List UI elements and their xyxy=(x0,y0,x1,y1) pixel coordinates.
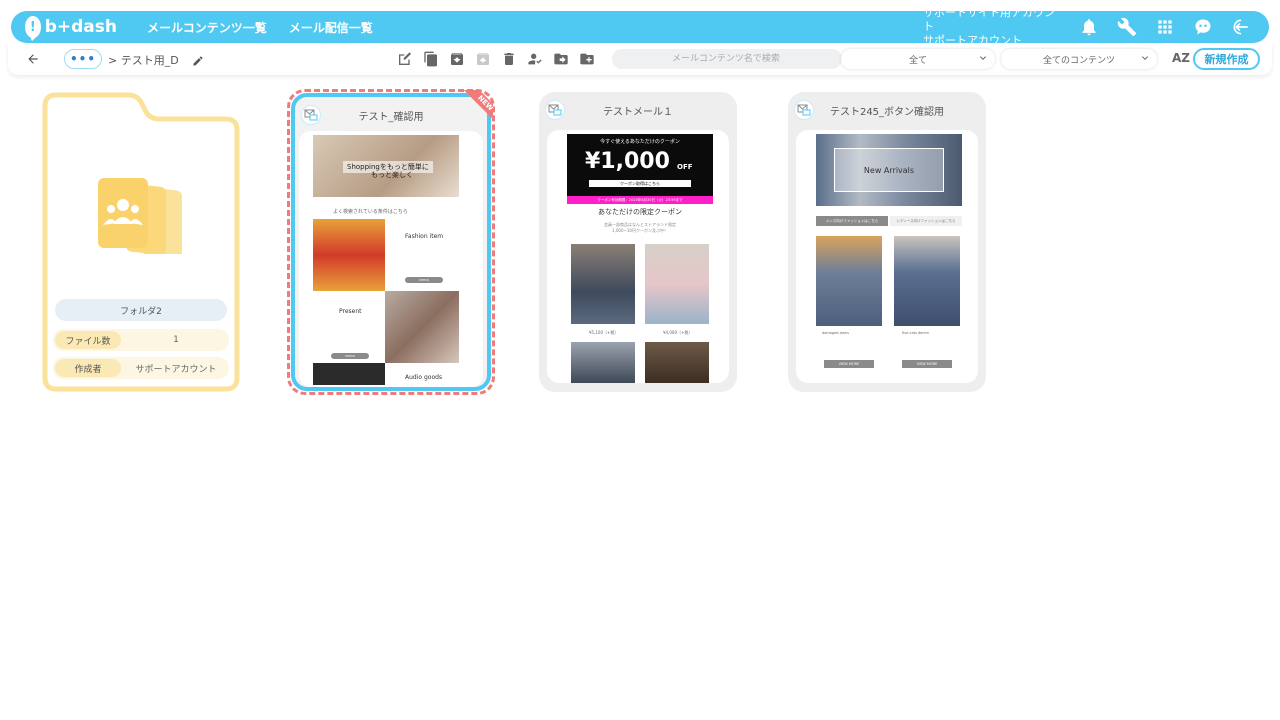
status-filter-select[interactable]: 全て xyxy=(841,49,995,69)
wrench-icon[interactable] xyxy=(1115,15,1139,39)
content-type-filter-select[interactable]: 全てのコンテンツ xyxy=(1001,49,1157,69)
coupon-amount-suffix: OFF xyxy=(677,163,693,171)
move-to-folder-icon[interactable] xyxy=(553,51,569,67)
product-price-2: ¥4,000（+税） xyxy=(663,330,693,335)
search-input[interactable] xyxy=(612,49,842,69)
check-button: CHECK xyxy=(331,353,369,359)
item-fashion: Fashion item xyxy=(405,233,444,240)
new-badge-text: NEW xyxy=(462,90,493,122)
nav-mail-deliveries[interactable]: メール配信一覧 xyxy=(289,19,373,36)
logo-bubble-icon: ! xyxy=(25,16,41,38)
edit-folder-name-icon[interactable] xyxy=(192,52,206,66)
folder-creator-row: 作成者 サポートアカウント xyxy=(53,357,229,379)
item-present: Present xyxy=(339,308,362,315)
product-price-1: ¥5,100（+税） xyxy=(589,330,619,335)
logo-text: b+dash xyxy=(44,17,117,37)
product-image-2 xyxy=(894,236,960,326)
coupon-desc-2: 1,000~10円クーポン及ぶ中！ xyxy=(612,228,668,233)
new-content-icon[interactable] xyxy=(397,51,413,67)
creator-value: サポートアカウント xyxy=(135,364,217,375)
present-image xyxy=(385,291,459,363)
hero-text-2: もっと楽しく xyxy=(371,171,413,179)
product-image-4 xyxy=(645,342,709,383)
content-type-filter-value: 全てのコンテンツ xyxy=(1042,55,1115,66)
new-folder-icon[interactable] xyxy=(579,51,595,67)
tab-ladies: レディース向けファッションはこちら xyxy=(890,216,962,226)
folder-card[interactable]: フォルダ2 ファイル数 1 作成者 サポートアカウント xyxy=(42,92,240,392)
chevron-down-icon xyxy=(1139,52,1151,64)
coupon-amount: ¥1,000 xyxy=(585,149,670,174)
folder-name: フォルダ2 xyxy=(55,299,227,321)
audio-image xyxy=(313,363,385,385)
account-site: サポートサイト用アカウント xyxy=(923,6,1055,33)
email-preview: New Arrivals メンズ向けファッションはこちら レディース向けファッシ… xyxy=(796,130,978,383)
delete-icon[interactable] xyxy=(501,51,517,67)
toolbar: ••• > テスト用_D 全て 全てのコンテンツ AZ 新規作成 xyxy=(8,43,1272,75)
shared-folder-icon xyxy=(98,178,182,254)
coupon-headline: 今すぐ使えるあなただけのクーポン xyxy=(600,139,680,145)
product-image-2 xyxy=(645,244,709,324)
view-more-button: VIEW MORE xyxy=(824,360,874,368)
folder-file-count-row: ファイル数 1 xyxy=(53,329,229,351)
fashion-image xyxy=(313,219,385,291)
ai-assistant-icon[interactable] xyxy=(1191,15,1215,39)
product-image-3 xyxy=(571,342,635,383)
top-nav-bar: ! b+dash メールコンテンツ一覧 メール配信一覧 サポートサイト用アカウン… xyxy=(11,6,1269,47)
logout-icon[interactable] xyxy=(1229,15,1253,39)
status-filter-value: 全て xyxy=(908,55,927,66)
product-image-1 xyxy=(816,236,882,326)
section-heading: よく検索されている条件はこちら xyxy=(333,209,408,215)
chevron-down-icon xyxy=(977,52,989,64)
check-button: CHECK xyxy=(405,277,443,283)
email-preview: 今すぐ使えるあなただけのクーポン ¥1,000 OFF クーポン取得はこちら ク… xyxy=(547,130,729,383)
new-badge: NEW xyxy=(461,90,493,122)
unarchive-icon[interactable] xyxy=(475,51,491,67)
coupon-deadline: クーポン有効期限：2020年6月30日（火）23:59まで xyxy=(567,196,713,204)
hero-text: New Arrivals xyxy=(834,148,944,192)
file-count-value: 1 xyxy=(173,335,179,345)
breadcrumb-current: > テスト用_D xyxy=(108,54,179,67)
coupon-link: クーポン取得はこちら xyxy=(589,180,691,187)
product-image-1 xyxy=(571,244,635,324)
apps-grid-icon[interactable] xyxy=(1153,15,1177,39)
bell-icon[interactable] xyxy=(1077,15,1101,39)
sort-az-button[interactable]: AZ xyxy=(1172,51,1190,65)
item-audio: Audio goods xyxy=(405,374,443,381)
content-card-2[interactable]: テストメール１ 今すぐ使えるあなただけのクーポン ¥1,000 OFF クーポン… xyxy=(539,92,737,392)
file-count-label: ファイル数 xyxy=(55,331,121,349)
card-title: テストメール１ xyxy=(603,107,673,118)
view-more-button: VIEW MORE xyxy=(902,360,952,368)
coupon-subtitle: あなただけの限定クーポン xyxy=(598,208,682,216)
copy-icon[interactable] xyxy=(423,51,439,67)
tab-mens: メンズ向けファッションはこちら xyxy=(816,216,888,226)
card-title: テスト245_ボタン確認用 xyxy=(829,107,945,118)
nav-mail-contents[interactable]: メールコンテンツ一覧 xyxy=(147,19,267,36)
content-card-1[interactable]: テスト_確認用 Shoppingをもっと簡単に もっと楽しく よく検索されている… xyxy=(291,93,491,391)
back-arrow-icon[interactable] xyxy=(26,51,42,67)
content-card-3[interactable]: テスト245_ボタン確認用 New Arrivals メンズ向けファッションはこ… xyxy=(788,92,986,392)
assign-user-icon[interactable] xyxy=(527,51,543,67)
bdash-logo[interactable]: ! b+dash xyxy=(25,16,117,38)
card-title: テスト_確認用 xyxy=(358,112,424,123)
create-new-button[interactable]: 新規作成 xyxy=(1193,48,1260,70)
account-info[interactable]: サポートサイト用アカウント サポートアカウント xyxy=(923,6,1063,48)
product-name-1: damaged jeans xyxy=(822,331,849,335)
email-preview: Shoppingをもっと簡単に もっと楽しく よく検索されている条件はこちら F… xyxy=(299,131,483,387)
creator-label: 作成者 xyxy=(55,359,121,377)
archive-icon[interactable] xyxy=(449,51,465,67)
product-name-2: five cats denim xyxy=(902,331,929,335)
breadcrumb-more-button[interactable]: ••• xyxy=(64,49,102,69)
